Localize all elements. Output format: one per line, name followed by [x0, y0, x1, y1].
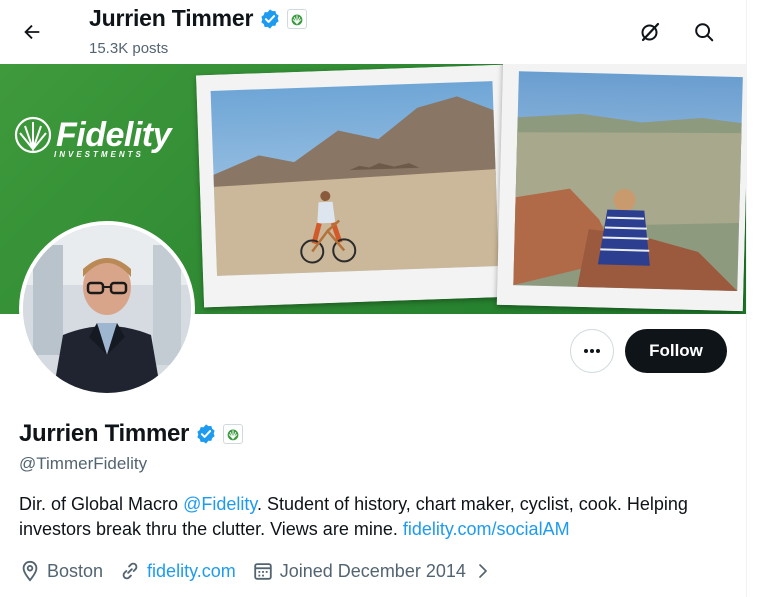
profile-header: Jurrien Timmer 15.3K posts — [0, 0, 746, 64]
right-gutter — [746, 0, 757, 597]
link-icon — [122, 562, 138, 580]
verified-badge-icon[interactable] — [195, 423, 217, 445]
grok-icon — [641, 22, 660, 42]
follow-button[interactable]: Follow — [625, 329, 727, 373]
fidelity-pyramid-icon — [14, 116, 52, 154]
back-arrow-icon — [24, 24, 40, 40]
fidelity-logo-subtext: INVESTMENTS — [54, 150, 144, 159]
more-dots-icon — [584, 349, 600, 353]
fidelity-logo-word: Fidelity — [56, 116, 172, 154]
banner-photo-hiker — [496, 64, 746, 312]
joined-text: Joined December 2014 — [279, 560, 466, 581]
profile-name-row: Jurrien Timmer — [19, 420, 244, 448]
more-options-button[interactable] — [570, 329, 614, 373]
calendar-icon — [254, 563, 272, 580]
profile-website[interactable]: fidelity.com — [119, 560, 236, 582]
bio-url-link[interactable]: fidelity.com/socialAM — [403, 519, 570, 539]
bio-text-1: Dir. of Global Macro — [19, 494, 184, 514]
profile-handle: @TimmerFidelity — [19, 454, 148, 473]
profile-page: Jurrien Timmer 15.3K posts Fidelity INVE… — [0, 0, 746, 597]
fidelity-affiliate-icon[interactable] — [287, 8, 308, 29]
back-button[interactable] — [12, 12, 52, 52]
search-icon — [695, 23, 714, 42]
search-button[interactable] — [684, 12, 724, 52]
website-link[interactable]: fidelity.com — [147, 561, 236, 582]
fidelity-logo: Fidelity INVESTMENTS — [14, 116, 172, 159]
profile-meta: Boston fidelity.com Joined December 2014 — [19, 558, 508, 584]
profile-bio: Dir. of Global Macro @Fidelity. Student … — [19, 492, 719, 542]
banner-photo-cyclist — [196, 64, 514, 308]
verified-badge-icon[interactable] — [259, 8, 281, 30]
profile-display-name: Jurrien Timmer — [19, 420, 190, 447]
profile-joined[interactable]: Joined December 2014 — [252, 560, 492, 582]
bio-mention-link[interactable]: @Fidelity — [183, 494, 257, 514]
header-title: Jurrien Timmer — [89, 5, 308, 32]
grok-button[interactable] — [630, 12, 670, 52]
fidelity-affiliate-icon[interactable] — [223, 424, 244, 444]
header-post-count: 15.3K posts — [89, 40, 169, 57]
profile-location: Boston — [19, 560, 103, 582]
header-name: Jurrien Timmer — [89, 5, 254, 31]
chevron-right-icon[interactable] — [474, 562, 492, 580]
location-text: Boston — [47, 560, 104, 581]
profile-avatar[interactable] — [19, 221, 195, 397]
location-pin-icon — [22, 560, 38, 582]
